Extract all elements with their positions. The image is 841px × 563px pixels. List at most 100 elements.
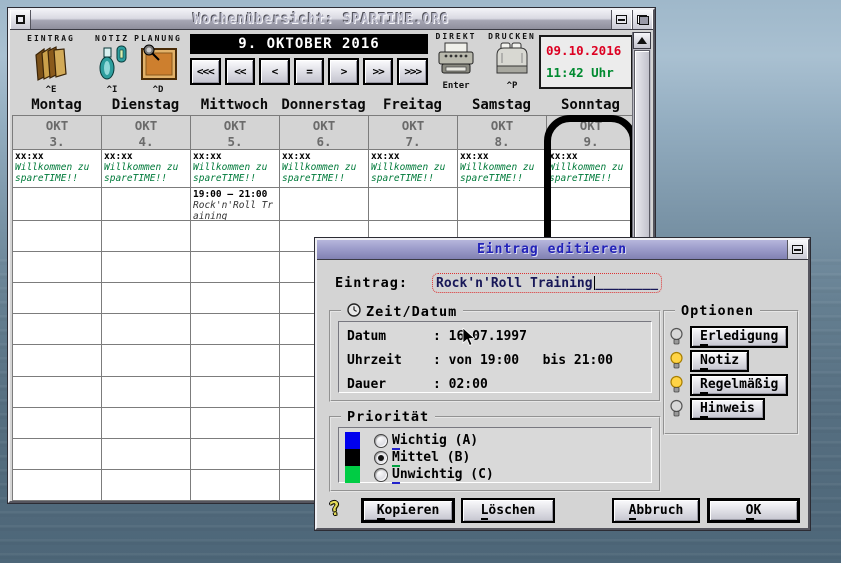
drucken-tool-button[interactable]: DRUCKEN ^P [484, 32, 540, 91]
mittel-label: Mittel (B) [392, 450, 470, 465]
empty-cell[interactable] [547, 188, 635, 221]
empty-cell[interactable] [369, 188, 457, 221]
empty-cell[interactable] [102, 188, 190, 221]
nav-button[interactable]: <<< [190, 58, 221, 85]
entry-input[interactable]: Rock'n'Roll Training________ [432, 273, 662, 293]
calendar-entry[interactable]: xx:xxWillkommen zu spareTIME!! [102, 150, 190, 188]
close-icon[interactable] [10, 10, 31, 29]
empty-cell[interactable] [102, 283, 190, 314]
empty-cell[interactable] [191, 283, 279, 314]
minimize-icon[interactable] [611, 10, 632, 29]
card-stack-icon [31, 66, 71, 85]
priority-option-wichtig[interactable]: Wichtig (A) [345, 432, 645, 449]
main-titlebar[interactable]: Wochenübersicht: SPARTIME.ORG [10, 10, 653, 30]
calendar-entry[interactable]: xx:xxWillkommen zu spareTIME!! [191, 150, 279, 188]
entry-value: Rock'n'Roll Training [436, 276, 593, 291]
empty-cell[interactable] [13, 470, 101, 501]
nav-button[interactable]: > [328, 58, 359, 85]
empty-cell[interactable] [13, 345, 101, 376]
calendar-entry[interactable]: xx:xxWillkommen zu spareTIME!! [369, 150, 457, 188]
dauer-value[interactable]: : 02:00 [433, 377, 488, 392]
empty-cell[interactable] [191, 314, 279, 345]
kopieren-button[interactable]: Kopieren [361, 498, 455, 523]
weekday-label: Montag [12, 97, 101, 115]
priority-option-mittel[interactable]: Mittel (B) [345, 449, 645, 466]
empty-cell[interactable] [102, 408, 190, 439]
dauer-row: Dauer : 02:00 [347, 377, 643, 392]
calendar-entry[interactable]: xx:xxWillkommen zu spareTIME!! [458, 150, 546, 188]
day-header: OKT9. [547, 116, 635, 150]
empty-cell[interactable] [191, 377, 279, 408]
empty-cell[interactable] [191, 221, 279, 252]
nav-button[interactable]: >> [363, 58, 394, 85]
optionen-group: Optionen Erledigung Notiz Regelmäßig Hi [663, 310, 799, 435]
day-column[interactable]: OKT3.xx:xxWillkommen zu spareTIME!! [13, 116, 102, 501]
nav-button[interactable]: >>> [397, 58, 428, 85]
datum-value[interactable]: : 16.07.1997 [433, 329, 527, 344]
hinweis-button[interactable]: Hinweis [690, 398, 765, 420]
dialog-titlebar[interactable]: Eintrag editieren [317, 240, 808, 260]
zeit-datum-panel: Datum : 16.07.1997 Uhrzeit : von 19:00 b… [338, 321, 652, 393]
day-header: OKT3. [13, 116, 101, 150]
direkt-label: DIREKT [430, 32, 482, 41]
depth-icon[interactable] [632, 10, 653, 29]
weekday-label: Sonntag [546, 97, 635, 115]
abbruch-button[interactable]: Abbruch [612, 498, 700, 523]
empty-cell[interactable] [102, 221, 190, 252]
direkt-tool-button[interactable]: DIREKT Enter [430, 32, 482, 91]
calendar-entry[interactable]: 19:00 — 21:00Rock'n'Roll Training [191, 188, 279, 221]
calendar-entry[interactable]: xx:xxWillkommen zu spareTIME!! [280, 150, 368, 188]
priority-option-unwichtig[interactable]: Unwichtig (C) [345, 466, 645, 483]
calendar-entry[interactable]: xx:xxWillkommen zu spareTIME!! [13, 150, 101, 188]
empty-cell[interactable] [13, 283, 101, 314]
day-column[interactable]: OKT5.xx:xxWillkommen zu spareTIME!!19:00… [191, 116, 280, 501]
ok-button[interactable]: OK [707, 498, 800, 523]
eintrag-tool-button[interactable]: EINTRAG ^E [20, 34, 82, 95]
day-column[interactable]: OKT4.xx:xxWillkommen zu spareTIME!! [102, 116, 191, 501]
empty-cell[interactable] [458, 188, 546, 221]
prioritaet-label: Priorität [347, 409, 429, 425]
planning-board-icon [137, 66, 179, 85]
radio-unwichtig[interactable] [374, 468, 388, 482]
empty-cell[interactable] [191, 252, 279, 283]
planung-tool-button[interactable]: PLANUNG ^D [128, 34, 188, 95]
day-header: OKT4. [102, 116, 190, 150]
empty-cell[interactable] [102, 470, 190, 501]
empty-cell[interactable] [13, 439, 101, 470]
empty-cell[interactable] [280, 188, 368, 221]
empty-cell[interactable] [102, 345, 190, 376]
calendar-entry[interactable]: xx:xxWillkommen zu spareTIME!! [547, 150, 635, 188]
empty-cell[interactable] [102, 252, 190, 283]
loeschen-button[interactable]: Löschen [461, 498, 555, 523]
radio-mittel[interactable] [374, 451, 388, 465]
empty-cell[interactable] [102, 439, 190, 470]
empty-cell[interactable] [13, 221, 101, 252]
dialog-close-icon[interactable] [787, 240, 808, 259]
nav-button[interactable]: < [259, 58, 290, 85]
clock-display: 09.10.2016 11:42 Uhr [539, 35, 633, 89]
zeit-datum-group: Zeit/Datum Datum : 16.07.1997 Uhrzeit : … [329, 310, 661, 402]
empty-cell[interactable] [102, 377, 190, 408]
wichtig-label: Wichtig (A) [392, 433, 478, 448]
regelmaessig-button[interactable]: Regelmäßig [690, 374, 788, 396]
nav-button[interactable]: << [225, 58, 256, 85]
printer-toaster-icon [492, 62, 532, 81]
help-icon[interactable]: ? [327, 497, 342, 521]
scroll-up-icon[interactable] [633, 32, 651, 49]
radio-wichtig[interactable] [374, 434, 388, 448]
erledigung-button[interactable]: Erledigung [690, 326, 788, 348]
empty-cell[interactable] [191, 439, 279, 470]
date-navigation: <<<<<<=>>>>>> [190, 58, 428, 85]
empty-cell[interactable] [191, 470, 279, 501]
empty-cell[interactable] [13, 408, 101, 439]
notiz-button[interactable]: Notiz [690, 350, 749, 372]
empty-cell[interactable] [191, 345, 279, 376]
uhrzeit-value[interactable]: : von 19:00 bis 21:00 [433, 353, 613, 368]
empty-cell[interactable] [191, 408, 279, 439]
empty-cell[interactable] [13, 252, 101, 283]
nav-button[interactable]: = [294, 58, 325, 85]
empty-cell[interactable] [13, 314, 101, 345]
empty-cell[interactable] [13, 377, 101, 408]
empty-cell[interactable] [102, 314, 190, 345]
empty-cell[interactable] [13, 188, 101, 221]
